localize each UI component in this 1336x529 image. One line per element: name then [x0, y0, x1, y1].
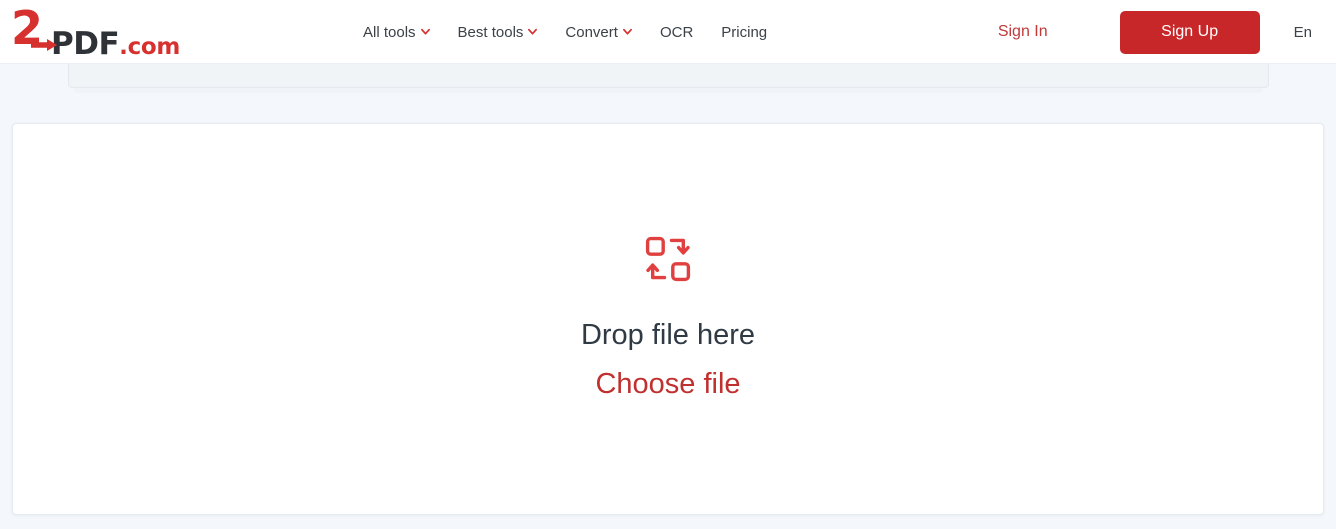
- nav-item-best-tools[interactable]: Best tools: [444, 16, 552, 49]
- file-dropzone[interactable]: Drop file here Choose file: [12, 123, 1324, 515]
- logo-pdf-text: PDF: [51, 26, 120, 62]
- site-header: 2 PDF .com All tools Best tools Convert …: [0, 0, 1336, 64]
- nav-label-best-tools: Best tools: [457, 23, 524, 41]
- language-selector[interactable]: En: [1294, 24, 1312, 41]
- sign-in-link[interactable]: Sign In: [988, 17, 1058, 47]
- nav-label-pricing: Pricing: [721, 23, 768, 41]
- scrolled-panel-shadow: [74, 88, 1263, 93]
- chevron-down-icon: [528, 27, 538, 36]
- nav-label-convert: Convert: [565, 23, 618, 41]
- page-root: Drop file here Choose file 2 PDF .com Al…: [0, 0, 1336, 529]
- nav-label-ocr: OCR: [659, 23, 694, 41]
- nav-item-convert[interactable]: Convert: [551, 16, 646, 49]
- convert-files-icon: [645, 236, 691, 282]
- chevron-down-icon: [420, 27, 430, 36]
- nav-item-pricing[interactable]: Pricing: [707, 16, 781, 49]
- logo-digit-wrap: 2: [11, 5, 57, 54]
- logo-2pdf[interactable]: 2 PDF .com: [11, 5, 180, 62]
- logo-com-text: .com: [119, 34, 181, 60]
- sign-up-button[interactable]: Sign Up: [1119, 10, 1260, 54]
- chevron-down-icon: [622, 27, 632, 36]
- nav-item-all-tools[interactable]: All tools: [363, 16, 444, 49]
- main-navigation: All tools Best tools Convert OCR Pricing: [363, 0, 781, 64]
- dropzone-title: Drop file here: [580, 319, 756, 352]
- nav-label-all-tools: All tools: [363, 23, 416, 41]
- logo-arrow-icon: [31, 38, 57, 51]
- nav-item-ocr[interactable]: OCR: [646, 16, 707, 49]
- choose-file-button[interactable]: Choose file: [595, 367, 740, 402]
- header-actions: Sign In Sign Up En: [988, 0, 1336, 64]
